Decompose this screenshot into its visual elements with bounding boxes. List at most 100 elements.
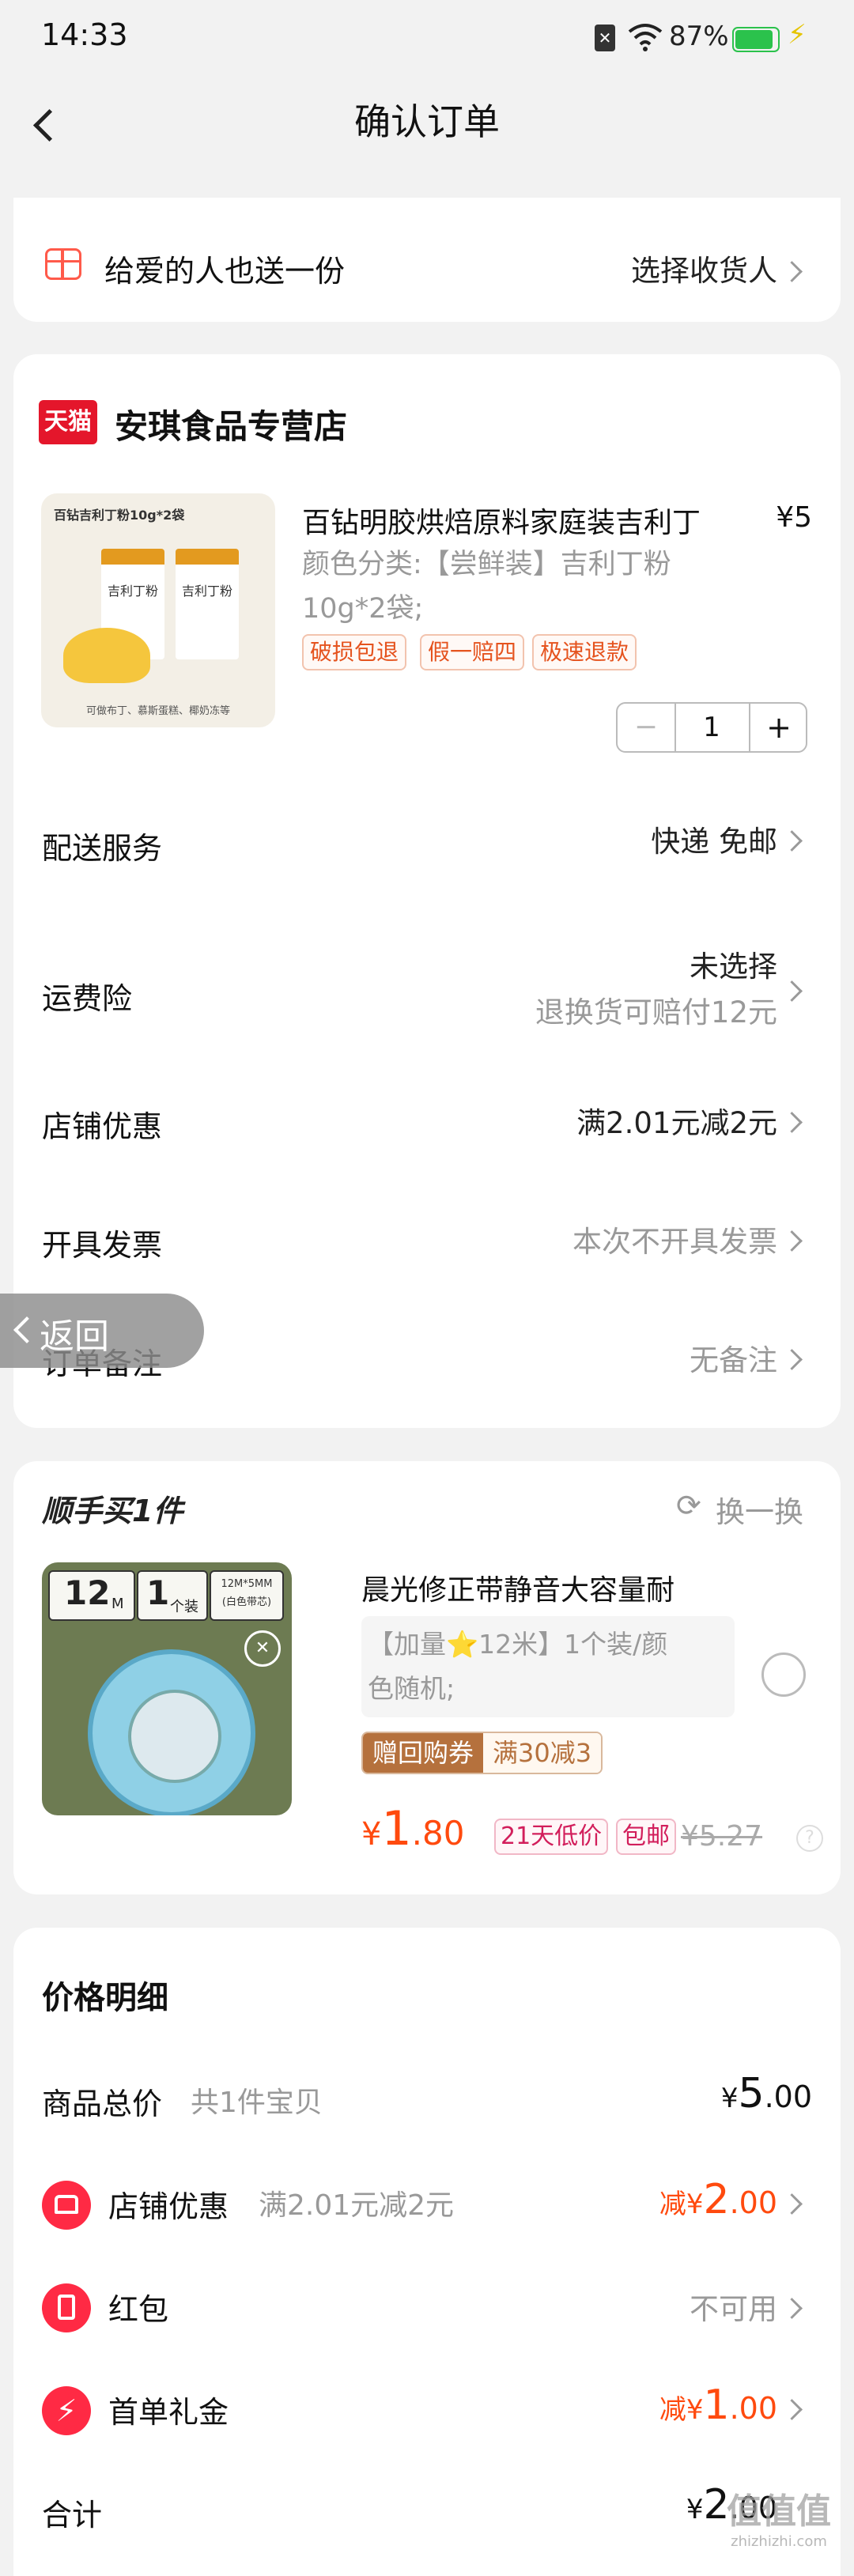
total-goods-dec: .00 (764, 2079, 812, 2114)
shop-discount-symbol: ¥ (686, 2189, 704, 2220)
addon-price: ¥1.80 (361, 1801, 464, 1856)
image-spec-box3: 12M*5MM (白色带芯) (210, 1570, 284, 1621)
red-packet-row[interactable]: 红包 不可用 (13, 2271, 841, 2342)
wifi-icon (628, 24, 663, 51)
coupon-value: 满30减3 (483, 1733, 602, 1773)
decrease-button[interactable]: − (618, 704, 676, 751)
total-goods-label: 商品总价 (42, 2087, 163, 2121)
delivery-value: 快递 免邮 (651, 825, 777, 859)
gift-icon (45, 248, 81, 280)
addon-spec-box[interactable]: 【加量⭐12米】1个装/颜 色随机; (361, 1616, 735, 1717)
addon-product-image[interactable]: 12 M 1 个装 12M*5MM (白色带芯) ✕ (42, 1562, 292, 1815)
shop-discount-detail-label: 店铺优惠 (108, 2189, 229, 2224)
product-title[interactable]: 百钻明胶烘焙原料家庭装吉利丁 (302, 500, 701, 541)
addon-spec-line2: 色随机; (368, 1673, 455, 1704)
chevron-right-icon (781, 2399, 803, 2420)
image-num1: 12 (64, 1573, 111, 1612)
image-spec1: 12M*5MM (221, 1578, 273, 1590)
service-tag: 假一赔四 (420, 634, 525, 670)
total-label: 合计 (42, 2498, 103, 2533)
product-image-bottom-text: 可做布丁、慕斯蛋糕、椰奶冻等 (85, 705, 230, 717)
help-icon[interactable]: ? (796, 1825, 823, 1852)
low-price-badge: 21天低价 (494, 1819, 609, 1855)
addon-product-title[interactable]: 晨光修正带静音大容量耐 (361, 1567, 675, 1608)
status-time: 14:33 (41, 17, 128, 52)
image-spec2: (白色带芯) (221, 1596, 272, 1608)
addon-spec-line1: 【加量⭐12米】1个装/颜 (368, 1629, 668, 1660)
increase-button[interactable]: + (749, 704, 807, 751)
chevron-right-icon (781, 1112, 803, 1133)
invoice-row[interactable]: 开具发票 本次不开具发票 (13, 1214, 841, 1286)
addon-card: 顺手买1件 ⟳ 换一换 12 M 1 个装 12M*5MM (白色带芯) ✕ 晨… (13, 1461, 841, 1894)
gift-card[interactable]: 给爱的人也送一份 选择收货人 (13, 198, 841, 322)
original-price: ¥5.27 (681, 1820, 763, 1853)
back-chevron-icon (13, 1316, 40, 1343)
red-packet-label: 红包 (108, 2292, 169, 2327)
chevron-right-icon (781, 2298, 803, 2319)
lightning-icon: ⚡ (42, 2386, 91, 2435)
product-image[interactable]: 百钻吉利丁粉10g*2袋 吉利丁粉 吉利丁粉 可做布丁、慕斯蛋糕、椰奶冻等 (41, 493, 275, 727)
shop-discount-label: 店铺优惠 (42, 1109, 163, 1144)
total-goods-amount: ¥5.00 (721, 2070, 812, 2117)
choose-recipient-link[interactable]: 选择收货人 (631, 247, 777, 289)
refresh-icon[interactable]: ⟳ (676, 1488, 701, 1523)
insurance-row[interactable]: 运费险 未选择 退换货可赔付12元 (13, 942, 841, 1045)
quantity-input[interactable]: 1 (676, 704, 747, 751)
sim-off-icon: ✕ (595, 25, 615, 51)
shop-discount-detail-sub: 满2.01元减2元 (259, 2189, 455, 2222)
store-name[interactable]: 安琪食品专营店 (115, 400, 347, 448)
quantity-stepper: − 1 + (616, 702, 807, 753)
product-spec-line1: 颜色分类:【尝鲜装】吉利丁粉 (302, 549, 671, 580)
shop-discount-amount: 减¥2.00 (659, 2176, 777, 2223)
product-price: ¥5 (776, 501, 812, 534)
price-detail-card: 价格明细 商品总价 共1件宝贝 ¥5.00 店铺优惠 满2.01元减2元 减¥2… (13, 1928, 841, 2576)
shop-discount-row[interactable]: 店铺优惠 满2.01元减2元 (13, 1096, 841, 1167)
coupon-badge: 赠回购券 满30减3 (361, 1732, 603, 1774)
image-unit2: 个装 (170, 1599, 198, 1615)
red-packet-value: 不可用 (690, 2292, 777, 2326)
chevron-right-icon (781, 261, 803, 282)
chevron-right-icon (781, 830, 803, 852)
invoice-label: 开具发票 (42, 1228, 163, 1263)
total-symbol: ¥ (686, 2494, 704, 2525)
delivery-label: 配送服务 (42, 831, 163, 866)
first-gift-label: 首单礼金 (108, 2395, 229, 2430)
shop-discount-prefix: 减 (659, 2189, 686, 2220)
refresh-button[interactable]: 换一换 (716, 1488, 803, 1531)
correction-tape-picture (88, 1649, 255, 1815)
total-goods-int: 5 (738, 2070, 765, 2117)
order-note-value: 无备注 (690, 1343, 777, 1377)
addon-price-int: 1 (381, 1801, 412, 1856)
insurance-label: 运费险 (42, 981, 133, 1016)
shop-discount-value: 满2.01元减2元 (576, 1106, 777, 1140)
free-shipping-badge: 包邮 (616, 1819, 676, 1855)
coupon-label: 赠回购券 (363, 1733, 484, 1773)
watermark: 值值值 zhizhizhi.com (712, 2483, 846, 2550)
chevron-right-icon (781, 980, 803, 1002)
service-tag: 破损包退 (302, 634, 407, 670)
addon-select-radio[interactable] (761, 1652, 806, 1697)
product-spec[interactable]: 颜色分类:【尝鲜装】吉利丁粉 10g*2袋; (302, 542, 671, 631)
product-pack-right: 吉利丁粉 (176, 549, 239, 659)
floating-back-button[interactable]: 返回 (0, 1294, 204, 1368)
chevron-right-icon (781, 1349, 803, 1370)
shop-discount-detail-row[interactable]: 店铺优惠 满2.01元减2元 减¥2.00 (13, 2168, 841, 2239)
image-spec-box2: 1 个装 (137, 1570, 208, 1621)
shop-discount-int: 2 (703, 2176, 730, 2223)
red-packet-icon (42, 2283, 91, 2332)
store-card: 天猫 安琪食品专营店 百钻吉利丁粉10g*2袋 吉利丁粉 吉利丁粉 可做布丁、慕… (13, 354, 841, 1428)
insurance-value: 未选择 (690, 950, 777, 984)
status-bar: 14:33 ✕ 87% ⚡ (0, 0, 854, 79)
charging-icon: ⚡ (788, 19, 807, 51)
gift-label: 给爱的人也送一份 (104, 254, 346, 289)
invoice-value: 本次不开具发票 (572, 1225, 777, 1259)
first-gift-row[interactable]: ⚡ 首单礼金 减¥1.00 (13, 2374, 841, 2445)
battery-icon (732, 27, 780, 52)
watermark-sub: zhizhizhi.com (731, 2533, 827, 2550)
first-gift-int: 1 (703, 2381, 730, 2429)
image-spec-box1: 12 M (48, 1570, 135, 1621)
first-gift-symbol: ¥ (686, 2394, 704, 2426)
first-gift-dec: .00 (729, 2391, 777, 2426)
delivery-row[interactable]: 配送服务 快递 免邮 (13, 813, 841, 884)
addon-title: 顺手买1件 (42, 1494, 183, 1528)
